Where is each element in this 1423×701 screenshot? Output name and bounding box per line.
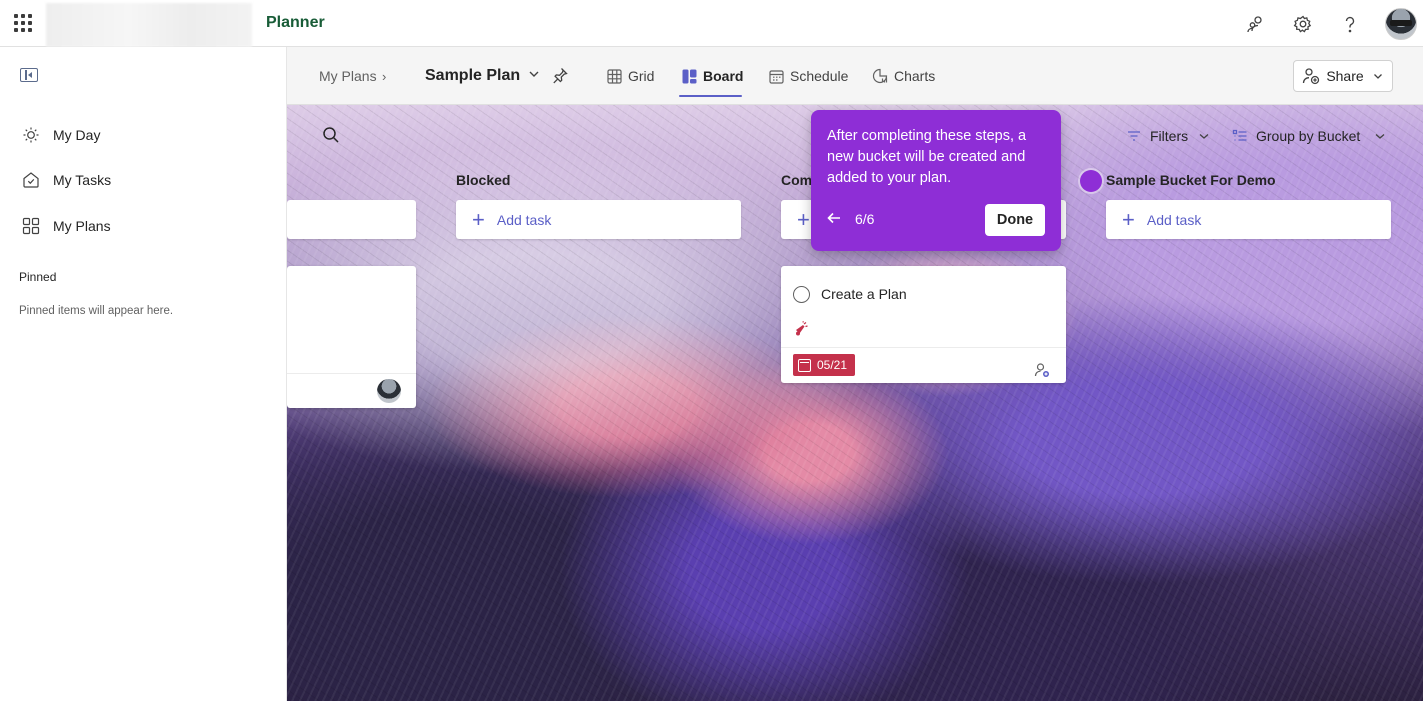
table-icon (606, 68, 622, 84)
people-icon[interactable] (1244, 12, 1268, 36)
tab-label: Charts (894, 68, 936, 84)
plan-title[interactable]: Sample Plan (425, 67, 520, 85)
guided-tour-tooltip: After completing these steps, a new buck… (811, 110, 1061, 251)
share-label: Share (1326, 68, 1364, 84)
done-button[interactable]: Done (985, 204, 1045, 236)
help-icon[interactable] (1338, 12, 1362, 36)
plan-header: My Plans › Sample Plan Grid Board Schedu… (287, 47, 1423, 105)
card-divider (287, 373, 416, 374)
user-avatar[interactable] (1385, 7, 1417, 40)
bucket-title-blocked[interactable]: Blocked (456, 172, 510, 188)
filter-icon (1128, 131, 1140, 141)
search-icon[interactable] (321, 125, 341, 145)
tasks-icon (21, 170, 41, 190)
left-navigation: My Day My Tasks My Plans Pinned Pinned i… (0, 47, 287, 701)
board-icon (681, 68, 697, 84)
pinned-empty-note: Pinned items will appear here. (19, 305, 174, 317)
card-divider (781, 347, 1066, 348)
add-task-label: Add task (496, 211, 552, 228)
tab-label: Schedule (790, 68, 849, 84)
chevron-down-icon (1199, 134, 1209, 139)
back-arrow-icon[interactable] (826, 210, 842, 228)
top-actions (1244, 0, 1423, 47)
bucket-title-com[interactable]: Com (781, 172, 812, 188)
chevron-down-icon (1375, 134, 1385, 139)
tab-board[interactable]: Board (681, 65, 743, 87)
active-tab-indicator (679, 95, 742, 97)
tooltip-step-counter: 6/6 (855, 211, 875, 227)
add-task-button[interactable]: + Add task (1106, 200, 1391, 239)
group-by-button[interactable]: Group by Bucket (1232, 125, 1386, 147)
plus-icon: + (472, 206, 485, 232)
tour-hotspot-dot[interactable] (1080, 170, 1102, 192)
group-by-label: Group by Bucket (1256, 128, 1361, 144)
tab-charts[interactable]: Charts (872, 65, 935, 87)
chevron-down-icon[interactable] (527, 67, 541, 81)
chevron-down-icon (1373, 74, 1382, 79)
app-launcher-icon[interactable] (14, 14, 32, 32)
nav-item-label: My Plans (53, 218, 111, 234)
breadcrumb-my-plans[interactable]: My Plans (319, 68, 377, 84)
urgent-priority-icon (796, 321, 808, 336)
task-complete-checkbox[interactable] (793, 286, 810, 303)
nav-item-my-plans[interactable]: My Plans (0, 206, 286, 246)
assignee-avatar[interactable] (377, 379, 401, 403)
nav-item-label: My Tasks (53, 172, 112, 188)
tab-grid[interactable]: Grid (606, 65, 654, 87)
nav-item-my-day[interactable]: My Day (0, 115, 286, 155)
collapse-nav-icon[interactable] (20, 68, 38, 82)
tab-label: Grid (628, 68, 655, 84)
pinned-heading: Pinned (19, 270, 57, 284)
sun-icon (21, 125, 41, 145)
share-button[interactable]: Share (1293, 60, 1393, 92)
top-bar: Planner (0, 0, 1423, 47)
tab-label: Board (703, 68, 744, 84)
plus-icon: + (797, 206, 810, 232)
calendar-icon (798, 358, 811, 372)
bucket-title-sample[interactable]: Sample Bucket For Demo (1106, 172, 1276, 188)
assign-person-icon[interactable] (1034, 362, 1050, 378)
breadcrumb-chevron-icon: › (382, 69, 387, 84)
task-title[interactable]: Create a Plan (821, 286, 907, 302)
plus-icon: + (1122, 206, 1135, 232)
task-card[interactable] (287, 266, 416, 408)
tooltip-text: After completing these steps, a new buck… (827, 128, 1027, 186)
nav-item-label: My Day (53, 127, 101, 143)
add-task-button[interactable] (287, 200, 416, 239)
add-task-label: Add task (1146, 211, 1202, 228)
chart-icon (872, 68, 888, 84)
calendar-icon (768, 68, 784, 84)
list-icon (1232, 129, 1247, 141)
grid-icon (21, 216, 41, 236)
organization-logo (46, 3, 252, 47)
gear-icon[interactable] (1291, 12, 1315, 36)
pin-icon[interactable] (551, 66, 569, 84)
filters-button[interactable]: Filters (1126, 125, 1210, 147)
share-people-icon (1303, 68, 1320, 85)
app-title[interactable]: Planner (266, 14, 325, 32)
due-date-badge[interactable]: 05/21 (793, 354, 856, 376)
filters-label: Filters (1150, 128, 1189, 144)
nav-item-my-tasks[interactable]: My Tasks (0, 160, 286, 200)
tab-schedule[interactable]: Schedule (768, 65, 848, 87)
due-date: 05/21 (817, 358, 848, 372)
add-task-button[interactable]: + Add task (456, 200, 741, 239)
task-card[interactable]: Create a Plan 05/21 (781, 266, 1066, 383)
